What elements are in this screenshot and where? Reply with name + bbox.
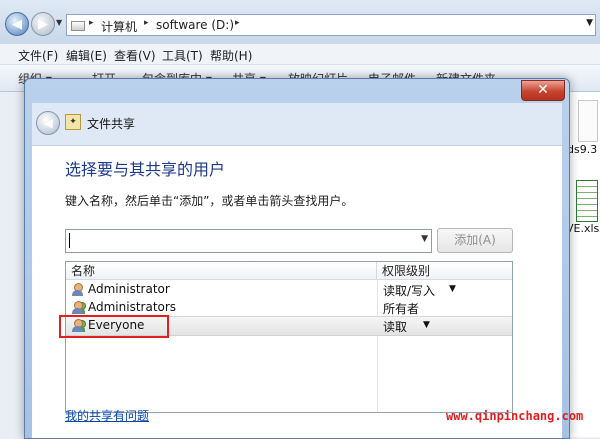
dialog-body: 选择要与其共享的用户 键入名称，然后单击“添加”，或者单击箭头查找用户。 ▼ 添…: [32, 146, 562, 438]
menu-bar: 文件(F) 编辑(E) 查看(V) 工具(T) 帮助(H): [0, 44, 600, 65]
file-label[interactable]: VE.xlsx: [566, 222, 600, 235]
file-label[interactable]: ds9.3: [567, 143, 597, 156]
drive-icon: [71, 21, 85, 31]
close-button[interactable]: ✕: [521, 80, 565, 101]
user-name: Administrators: [88, 300, 177, 314]
back-arrow-icon: ◀: [12, 16, 22, 32]
breadcrumb-separator-icon[interactable]: ▸: [89, 18, 94, 28]
dialog-header: ◀ ✦ 文件共享: [32, 103, 562, 146]
menu-help[interactable]: 帮助(H): [210, 47, 252, 64]
permission-dropdown-icon[interactable]: ▼: [449, 284, 456, 294]
permission-dropdown-icon[interactable]: ▼: [423, 320, 430, 330]
menu-view[interactable]: 查看(V): [114, 47, 156, 64]
permission-level[interactable]: 读取: [383, 318, 407, 335]
column-header-name[interactable]: 名称: [66, 262, 377, 280]
user-icon: [71, 283, 85, 297]
column-header-permission[interactable]: 权限级别: [377, 262, 512, 280]
document-file-icon[interactable]: [578, 100, 598, 142]
menu-tools[interactable]: 工具(T): [162, 47, 203, 64]
address-dropdown-icon[interactable]: ▼: [586, 18, 593, 28]
annotation-highlight-box: [59, 315, 169, 338]
sharing-help-link[interactable]: 我的共享有问题: [65, 407, 149, 424]
text-cursor: [69, 233, 70, 248]
user-group-icon: [71, 301, 86, 315]
share-wizard-icon: ✦: [65, 114, 81, 130]
dialog-title: 文件共享: [87, 117, 136, 131]
close-icon: ✕: [537, 82, 549, 98]
breadcrumb-computer[interactable]: 计算机: [101, 18, 137, 35]
excel-file-icon[interactable]: [576, 180, 598, 222]
address-bar[interactable]: ▸ 计算机 ▸ software (D:) ▸ ▼: [66, 14, 596, 36]
user-name: Administrator: [88, 282, 170, 296]
dialog-back-button[interactable]: ◀: [36, 111, 60, 135]
permission-level: 所有者: [383, 302, 420, 316]
dropdown-arrow-icon[interactable]: ▼: [421, 234, 428, 244]
site-watermark: www.qinpinchang.com: [446, 409, 584, 423]
file-sharing-dialog: ✕ ◀ ✦ 文件共享 选择要与其共享的用户 键入名称，然后单击“添加”，或者单击…: [24, 78, 570, 439]
forward-arrow-icon: ▶: [38, 16, 48, 32]
table-row[interactable]: Administrator 读取/写入 ▼: [66, 281, 512, 299]
user-name-combobox[interactable]: ▼: [65, 229, 432, 253]
back-arrow-icon: ◀: [43, 116, 53, 130]
menu-file[interactable]: 文件(F): [18, 47, 58, 64]
permission-level[interactable]: 读取/写入: [383, 282, 435, 299]
explorer-address-area: ◀ ▶ ▼ ▸ 计算机 ▸ software (D:) ▸ ▼: [0, 0, 600, 45]
page-heading: 选择要与其共享的用户: [65, 160, 226, 179]
back-button[interactable]: ◀: [5, 12, 29, 36]
menu-edit[interactable]: 编辑(E): [66, 47, 107, 64]
breadcrumb-separator-icon[interactable]: ▸: [144, 18, 149, 28]
instruction-text: 键入名称，然后单击“添加”，或者单击箭头查找用户。: [65, 194, 354, 208]
add-button[interactable]: 添加(A): [437, 228, 513, 253]
history-dropdown-icon[interactable]: ▼: [56, 18, 62, 27]
forward-button[interactable]: ▶: [31, 12, 55, 36]
breadcrumb-drive[interactable]: software (D:): [156, 18, 234, 32]
breadcrumb-separator-icon[interactable]: ▸: [235, 18, 240, 28]
